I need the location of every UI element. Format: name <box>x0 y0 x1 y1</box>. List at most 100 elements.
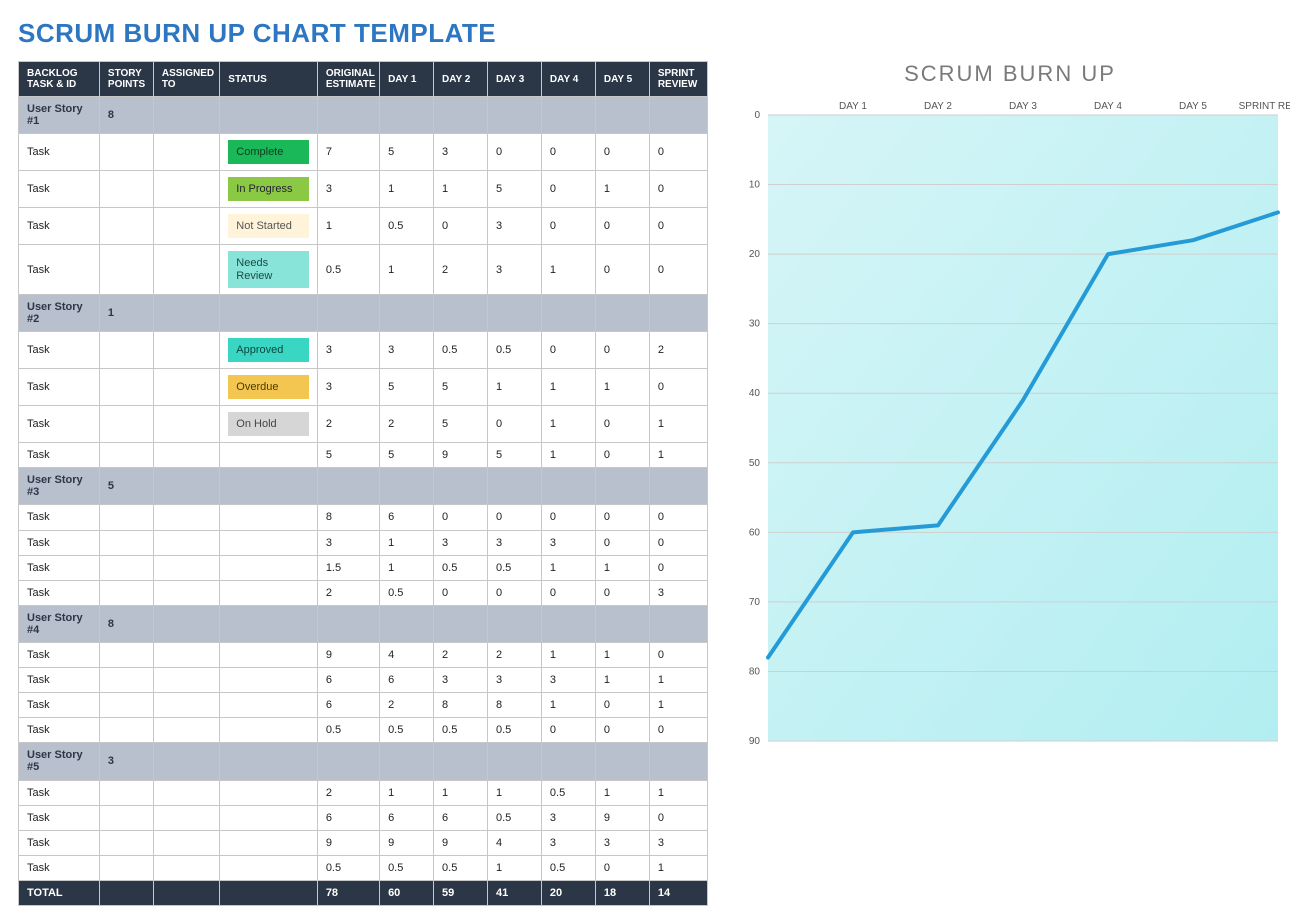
table-cell <box>153 468 219 505</box>
status-cell[interactable] <box>220 693 318 718</box>
table-cell: 6 <box>380 805 434 830</box>
table-cell: 18 <box>595 880 649 905</box>
status-cell[interactable] <box>220 805 318 830</box>
status-cell[interactable] <box>220 780 318 805</box>
table-cell <box>153 406 219 443</box>
table-cell <box>220 294 318 331</box>
table-cell: 1.5 <box>317 555 379 580</box>
table-cell <box>99 805 153 830</box>
col-header: STATUS <box>220 62 318 97</box>
task-name-cell: Task <box>19 830 100 855</box>
table-row: Task20.500003 <box>19 580 708 605</box>
table-row: TaskNeeds Review0.5123100 <box>19 245 708 294</box>
table-cell: 0 <box>434 580 488 605</box>
table-cell: 1 <box>541 245 595 294</box>
status-cell[interactable]: Approved <box>220 331 318 368</box>
status-cell[interactable] <box>220 668 318 693</box>
table-cell: 1 <box>595 780 649 805</box>
table-cell <box>153 97 219 134</box>
task-name-cell: Task <box>19 245 100 294</box>
table-cell: 3 <box>487 530 541 555</box>
status-cell[interactable]: Overdue <box>220 368 318 405</box>
status-cell[interactable]: Complete <box>220 134 318 171</box>
status-cell[interactable] <box>220 580 318 605</box>
table-cell: 1 <box>487 368 541 405</box>
table-cell: 0.5 <box>317 718 379 743</box>
status-cell[interactable]: In Progress <box>220 171 318 208</box>
table-row: TaskOn Hold2250101 <box>19 406 708 443</box>
table-row: Task8600000 <box>19 505 708 530</box>
table-row: Task6288101 <box>19 693 708 718</box>
col-header: DAY 1 <box>380 62 434 97</box>
status-cell[interactable] <box>220 505 318 530</box>
table-cell <box>153 805 219 830</box>
status-cell[interactable] <box>220 830 318 855</box>
table-cell <box>595 97 649 134</box>
table-cell: 3 <box>317 171 379 208</box>
table-cell <box>99 580 153 605</box>
table-cell: 3 <box>541 668 595 693</box>
table-cell <box>153 718 219 743</box>
table-cell <box>434 605 488 642</box>
table-cell: 5 <box>99 468 153 505</box>
table-cell: 0 <box>595 718 649 743</box>
table-cell <box>487 294 541 331</box>
status-cell[interactable] <box>220 555 318 580</box>
table-cell: 0 <box>541 580 595 605</box>
table-cell: 3 <box>317 368 379 405</box>
table-cell: 1 <box>380 555 434 580</box>
table-cell: 0.5 <box>380 208 434 245</box>
status-cell[interactable]: On Hold <box>220 406 318 443</box>
table-cell: 3 <box>487 208 541 245</box>
table-cell: 0 <box>649 555 707 580</box>
table-cell: 0 <box>487 505 541 530</box>
table-cell: 1 <box>649 406 707 443</box>
table-cell: 6 <box>317 693 379 718</box>
table-cell <box>649 468 707 505</box>
table-header-row: BACKLOG TASK & IDSTORY POINTSASSIGNED TO… <box>19 62 708 97</box>
status-cell[interactable] <box>220 718 318 743</box>
table-cell <box>649 97 707 134</box>
story-row: User Story #18 <box>19 97 708 134</box>
y-tick-label: 60 <box>749 527 761 538</box>
table-row: Task6660.5390 <box>19 805 708 830</box>
table-cell: 0 <box>541 171 595 208</box>
table-cell: 0 <box>595 331 649 368</box>
table-cell: 1 <box>649 693 707 718</box>
status-cell[interactable] <box>220 855 318 880</box>
table-cell <box>153 693 219 718</box>
table-cell: 8 <box>99 605 153 642</box>
table-cell: 5 <box>380 368 434 405</box>
table-row: Task6633311 <box>19 668 708 693</box>
x-tick-label: DAY 4 <box>1094 101 1122 112</box>
table-cell <box>99 331 153 368</box>
task-name-cell: Task <box>19 443 100 468</box>
table-cell <box>434 294 488 331</box>
table-cell: 8 <box>317 505 379 530</box>
table-cell: 1 <box>541 693 595 718</box>
task-name-cell: Task <box>19 855 100 880</box>
col-header: ASSIGNED TO <box>153 62 219 97</box>
y-tick-label: 80 <box>749 666 761 677</box>
status-cell[interactable]: Not Started <box>220 208 318 245</box>
task-name-cell: Task <box>19 693 100 718</box>
table-cell <box>317 743 379 780</box>
table-cell <box>380 468 434 505</box>
table-cell: User Story #5 <box>19 743 100 780</box>
story-row: User Story #21 <box>19 294 708 331</box>
table-cell: 0.5 <box>487 331 541 368</box>
status-badge: In Progress <box>228 177 309 201</box>
table-cell: 4 <box>380 642 434 667</box>
status-cell[interactable] <box>220 443 318 468</box>
table-cell <box>153 443 219 468</box>
table-cell: User Story #2 <box>19 294 100 331</box>
status-cell[interactable]: Needs Review <box>220 245 318 294</box>
table-cell: 0.5 <box>434 555 488 580</box>
table-row: Task9994333 <box>19 830 708 855</box>
status-cell[interactable] <box>220 530 318 555</box>
table-cell: 60 <box>380 880 434 905</box>
table-cell <box>434 97 488 134</box>
status-cell[interactable] <box>220 642 318 667</box>
table-cell: 0.5 <box>487 555 541 580</box>
y-tick-label: 40 <box>749 388 761 399</box>
